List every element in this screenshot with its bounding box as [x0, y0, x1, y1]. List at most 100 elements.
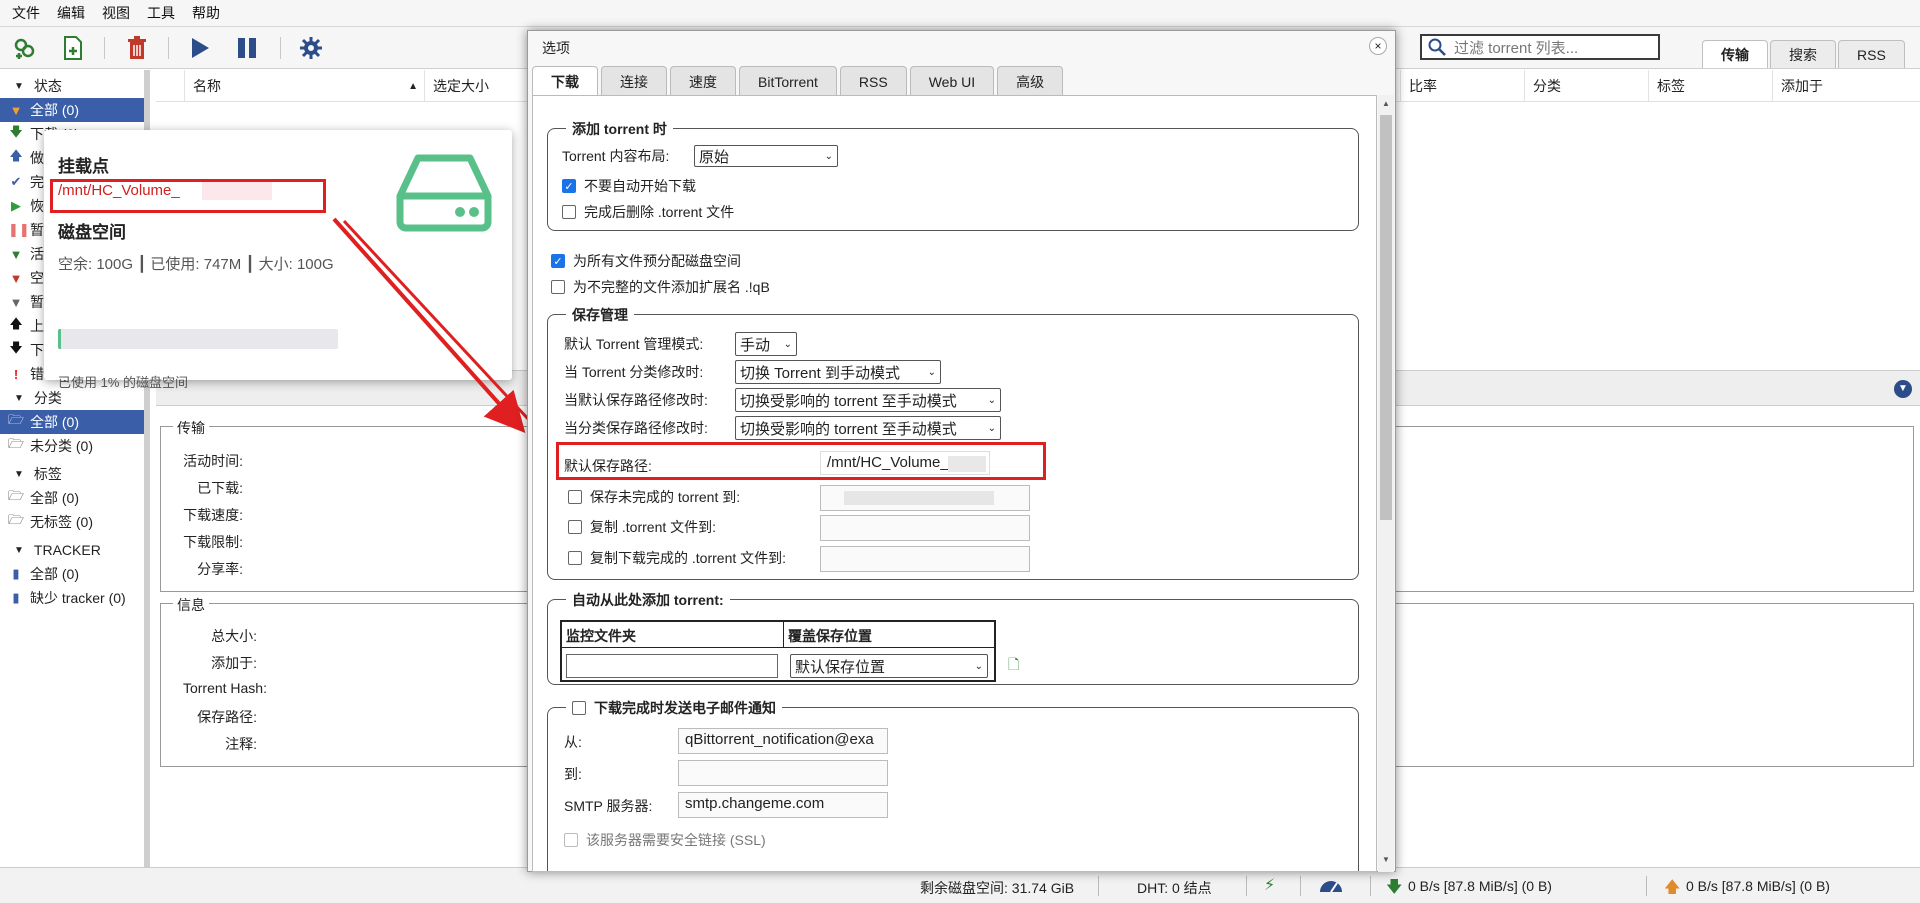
connection-icon[interactable]: ⚡: [1264, 875, 1275, 895]
folder-icon: 🗁: [8, 488, 25, 503]
settings-icon[interactable]: [296, 34, 326, 62]
collapse-icon[interactable]: ▼: [1894, 380, 1912, 398]
menu-view[interactable]: 视图: [102, 3, 130, 23]
sidebar-item-label: 全部 (0): [30, 490, 79, 506]
sidebar-item-label: 全部 (0): [30, 414, 79, 430]
tab-connection[interactable]: 连接: [601, 66, 667, 96]
menu-file[interactable]: 文件: [12, 3, 40, 23]
to-input[interactable]: [678, 760, 888, 786]
search-input[interactable]: 过滤 torrent 列表...: [1420, 34, 1660, 60]
mode-select[interactable]: 手动 ⌄: [735, 332, 797, 356]
cat-changed-select[interactable]: 切换 Torrent 到手动模式 ⌄: [735, 360, 941, 384]
checkbox[interactable]: [562, 205, 576, 219]
sidebar-category-all[interactable]: 🗁 全部 (0): [0, 410, 144, 434]
incomplete-row[interactable]: 保存未完成的 torrent 到:: [568, 487, 740, 507]
checkbox[interactable]: [568, 551, 582, 565]
speed-limit-icon[interactable]: [1318, 877, 1344, 893]
sidebar-tracker-trackerless[interactable]: ▮ 缺少 tracker (0): [0, 586, 144, 610]
scroll-down-icon[interactable]: ▼: [1382, 855, 1390, 864]
save-management-legend: 保存管理: [566, 305, 634, 325]
main-tabs: 传输 搜索 RSS: [1702, 40, 1907, 68]
checkbox[interactable]: [564, 833, 578, 847]
tab-downloads[interactable]: 下载: [532, 66, 598, 96]
usage-text: 已使用 1% 的磁盘空间: [58, 375, 189, 390]
tab-bittorrent[interactable]: BitTorrent: [739, 66, 837, 96]
checkbox-checked[interactable]: ✓: [562, 179, 576, 193]
from-input[interactable]: qBittorrent_notification@exa: [678, 728, 888, 754]
pause-icon[interactable]: [232, 34, 262, 62]
no-autostart-label: 不要自动开始下载: [584, 178, 696, 194]
no-autostart-row[interactable]: ✓ 不要自动开始下载: [562, 176, 696, 196]
sidebar-tag-untagged[interactable]: 🗁 无标签 (0): [0, 510, 144, 534]
delete-icon[interactable]: [122, 34, 152, 62]
tab-rss[interactable]: RSS: [839, 66, 907, 96]
cat-path-changed-select[interactable]: 切换受影响的 torrent 至手动模式 ⌄: [735, 416, 1001, 440]
prealloc-row[interactable]: ✓ 为所有文件预分配磁盘空间: [551, 251, 741, 271]
menu-tools[interactable]: 工具: [147, 3, 175, 23]
sidebar-item-all[interactable]: ▼ 全部 (0): [0, 98, 144, 122]
checkbox[interactable]: [568, 520, 582, 534]
column-category[interactable]: 分类: [1524, 70, 1648, 102]
tab-rss[interactable]: RSS: [1838, 40, 1905, 68]
menu-help[interactable]: 帮助: [192, 3, 220, 23]
tab-webui[interactable]: Web UI: [909, 66, 995, 96]
resume-icon[interactable]: [185, 34, 215, 62]
from-value: qBittorrent_notification@exa: [685, 731, 874, 748]
scroll-up-icon[interactable]: ▲: [1382, 99, 1390, 108]
copy-torrent-row[interactable]: 复制 .torrent 文件到:: [568, 517, 716, 537]
checkbox[interactable]: [551, 280, 565, 294]
tab-advanced[interactable]: 高级: [997, 66, 1064, 96]
copy-finished-input[interactable]: [820, 546, 1030, 572]
tab-transfers[interactable]: 传输: [1702, 40, 1768, 68]
tag-header[interactable]: ▼ 标签: [0, 462, 144, 486]
tracker-header[interactable]: ▼ TRACKER: [0, 538, 144, 562]
prop-dl-limit: 下载限制:: [183, 534, 243, 550]
email-legend[interactable]: 下载完成时发送电子邮件通知: [566, 698, 782, 718]
tab-search[interactable]: 搜索: [1770, 40, 1836, 68]
sidebar-tracker-all[interactable]: ▮ 全部 (0): [0, 562, 144, 586]
checkbox[interactable]: [568, 490, 582, 504]
layout-select[interactable]: 原始 ⌄: [694, 145, 838, 167]
sidebar-category-uncategorized[interactable]: 🗁 未分类 (0): [0, 434, 144, 458]
close-icon[interactable]: ×: [1369, 37, 1387, 55]
column-added[interactable]: 添加于: [1772, 70, 1896, 102]
copy-finished-row[interactable]: 复制下载完成的 .torrent 文件到:: [568, 548, 786, 568]
add-file-icon[interactable]: [58, 34, 88, 62]
ssl-row[interactable]: 该服务器需要安全链接 (SSL): [564, 830, 766, 850]
smtp-input[interactable]: smtp.changeme.com: [678, 792, 888, 818]
add-row-icon[interactable]: 🗋: [1008, 654, 1019, 678]
delete-after-row[interactable]: 完成后删除 .torrent 文件: [562, 202, 734, 222]
column-ratio[interactable]: 比率: [1400, 70, 1524, 102]
column-name[interactable]: 名称 ▲: [184, 70, 424, 102]
watch-folder-input[interactable]: [566, 654, 778, 678]
sidebar-tag-all[interactable]: 🗁 全部 (0): [0, 486, 144, 510]
tracker-icon: ▮: [12, 566, 20, 581]
prop-save-path: 保存路径:: [197, 709, 257, 725]
add-link-icon[interactable]: [10, 34, 40, 62]
mode-label: 默认 Torrent 管理模式:: [564, 336, 704, 352]
append-ext-row[interactable]: 为不完整的文件添加扩展名 .!qB: [551, 277, 770, 297]
prop-dl-speed: 下载速度:: [183, 507, 243, 523]
dialog-scrollbar[interactable]: ▲ ▼: [1378, 95, 1394, 872]
tab-speed[interactable]: 速度: [670, 66, 736, 96]
column-tags-label: 标签: [1657, 78, 1685, 94]
usage-bar: [58, 329, 338, 349]
column-tags[interactable]: 标签: [1648, 70, 1772, 102]
chevron-down-icon: ⌄: [927, 366, 936, 378]
scrollbar-thumb[interactable]: [1380, 115, 1392, 520]
menu-edit[interactable]: 编辑: [57, 3, 85, 23]
menu-bar: 文件 编辑 视图 工具 帮助: [0, 0, 1920, 27]
add-torrent-section: 添加 torrent 时 Torrent 内容布局: 原始 ⌄ ✓ 不要自动开始下载…: [547, 119, 1359, 231]
status-header[interactable]: ▼ 状态: [0, 74, 144, 98]
checkbox[interactable]: [572, 701, 586, 715]
override-select[interactable]: 默认保存位置 ⌄: [790, 654, 988, 678]
default-path-changed-select[interactable]: 切换受影响的 torrent 至手动模式 ⌄: [735, 388, 1001, 412]
filter-icon: ▼: [9, 270, 23, 286]
usage-bar-fill: [58, 329, 61, 349]
copy-torrent-input[interactable]: [820, 515, 1030, 541]
checkbox-checked[interactable]: ✓: [551, 254, 565, 268]
search-placeholder: 过滤 torrent 列表...: [1454, 39, 1579, 57]
search-icon: [1428, 38, 1446, 56]
layout-label: Torrent 内容布局:: [562, 148, 670, 164]
category-header-label: 分类: [33, 390, 62, 406]
